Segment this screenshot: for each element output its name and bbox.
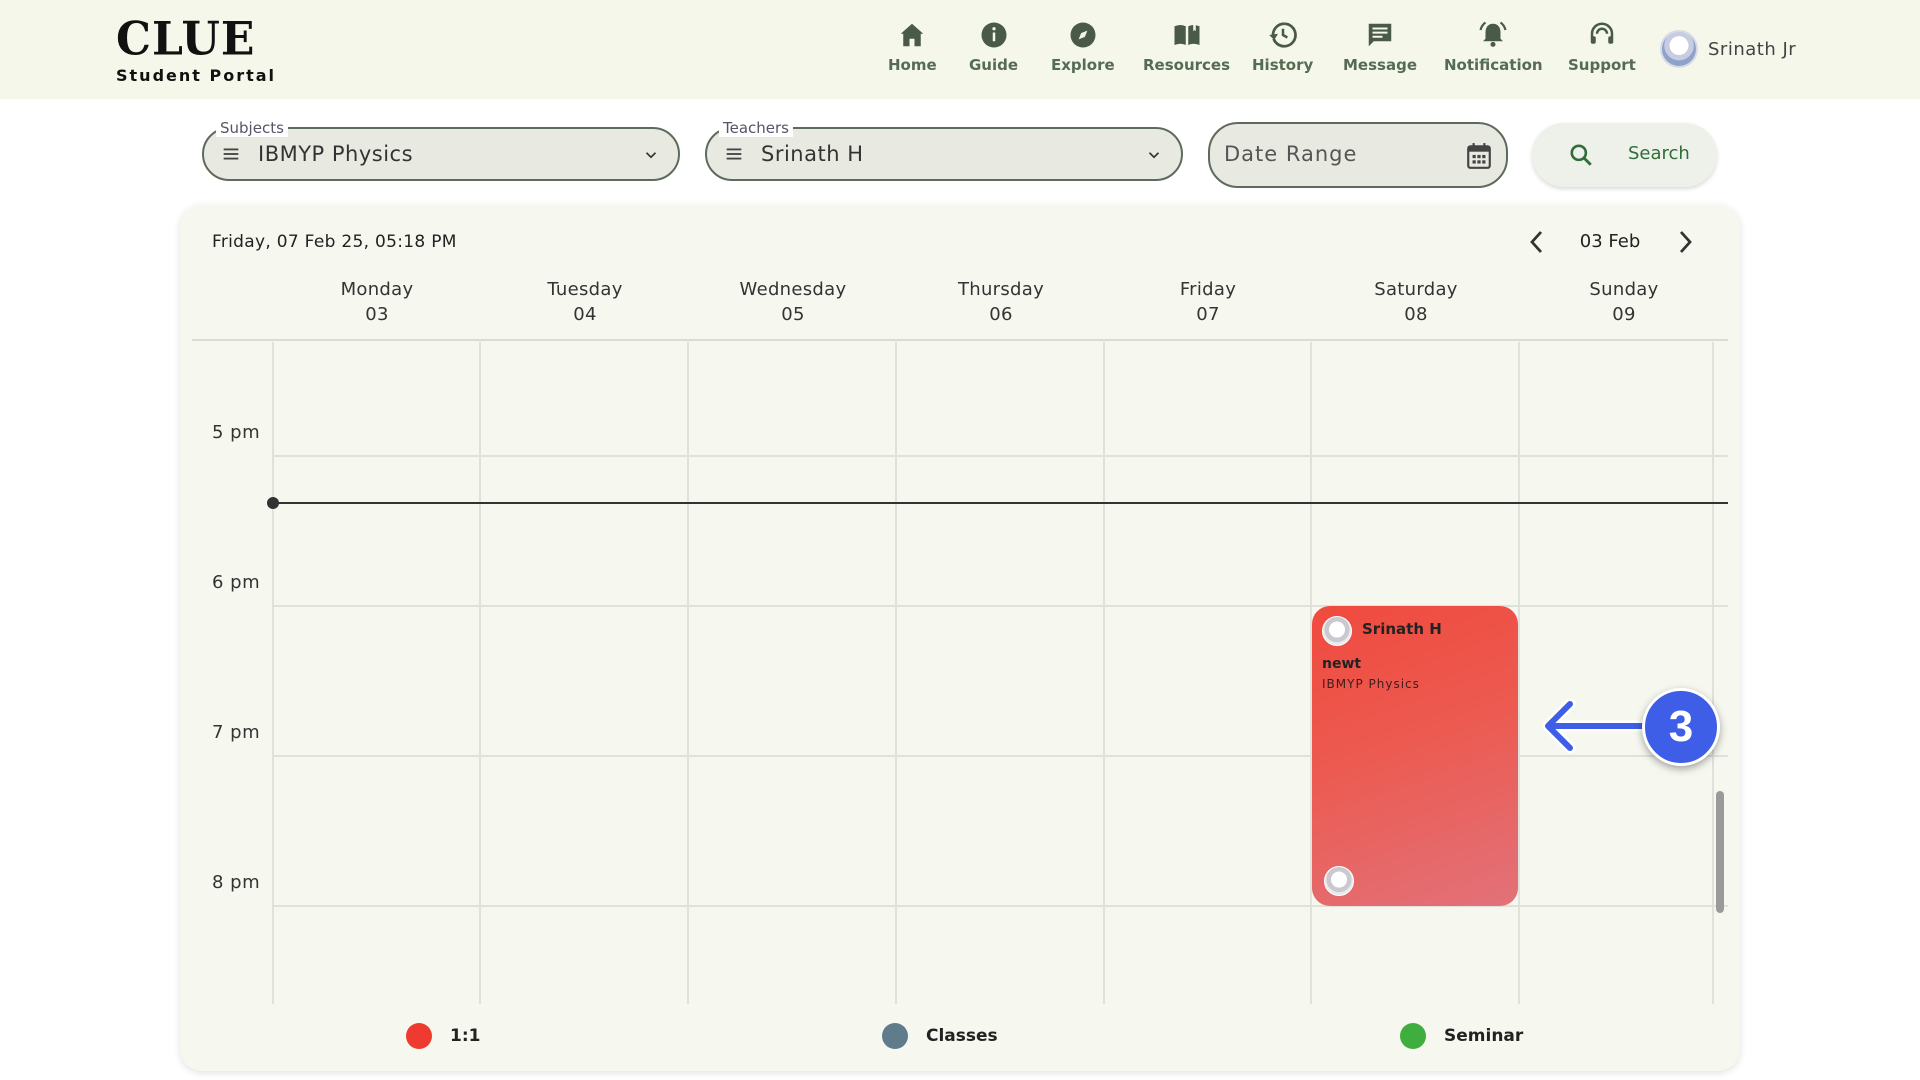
nav-home[interactable]: Home [888,20,937,74]
home-icon [901,23,924,47]
calendar-event[interactable]: Srinath H newt IBMYP Physics [1312,606,1518,906]
legend-label: Seminar [1444,1026,1524,1046]
nav-support[interactable]: Support [1568,20,1636,74]
current-time-indicator [272,502,1728,504]
search-button-label: Search [1628,143,1690,164]
teachers-label: Teachers [719,119,793,137]
day-header-friday: Friday 07 [1179,279,1237,325]
avatar [1660,30,1698,68]
current-time-dot [267,497,279,509]
user-name: Srinath Jr [1708,38,1797,60]
info-icon [981,22,1007,48]
legend-dot [406,1023,432,1049]
day-header-monday: Monday 03 [340,279,414,325]
teachers-select[interactable]: Teachers Srinath H [705,119,1183,181]
nav-notification[interactable]: Notification [1444,20,1543,74]
legend-dot [1400,1023,1426,1049]
grid-row-line [272,905,1728,907]
nav-history[interactable]: History [1252,20,1313,74]
event-teacher: Srinath H [1362,620,1442,638]
teachers-value: Srinath H [761,142,864,166]
nav-resources[interactable]: Resources [1143,20,1230,74]
teacher-avatar [1322,616,1352,646]
compass-icon [1070,22,1096,48]
legend-label: Classes [926,1026,998,1046]
nav-message-label: Message [1343,56,1417,74]
search-button[interactable]: Search [1532,123,1717,187]
nav-support-label: Support [1568,56,1636,74]
participant-avatar [1324,866,1354,896]
day-header-wednesday: Wednesday 05 [739,279,847,325]
chevron-down-icon [1148,152,1160,159]
app-logo[interactable]: CLUE [116,13,255,67]
bell-icon [1479,21,1507,47]
hour-label-6pm: 6 pm [212,572,261,593]
top-navigation-bar: CLUE Student Portal Home Guide Explore R… [0,0,1920,99]
nav-guide[interactable]: Guide [969,20,1018,74]
chevron-right-icon[interactable] [1673,228,1697,256]
book-icon [1174,23,1200,45]
nav-message[interactable]: Message [1343,20,1417,74]
calendar-icon[interactable] [1466,142,1492,170]
legend-item-classes: Classes [882,1023,998,1049]
date-range-input[interactable]: Date Range [1208,122,1508,188]
day-header-saturday: Saturday 08 [1374,279,1458,325]
chevron-left-icon[interactable] [1525,228,1549,256]
event-subject: IBMYP Physics [1322,677,1420,691]
message-icon [1368,23,1392,47]
legend-item-seminar: Seminar [1400,1023,1523,1049]
legend-item-1on1: 1:1 [406,1023,480,1049]
current-datetime: Friday, 07 Feb 25, 05:18 PM [212,232,457,252]
header-divider [192,339,1728,341]
event-title: newt [1322,656,1362,672]
headset-icon [1590,22,1614,44]
grid-row-line [272,605,1728,607]
search-icon [1570,144,1592,166]
nav-resources-label: Resources [1143,56,1231,74]
nav-guide-label: Guide [969,56,1019,74]
day-header-thursday: Thursday 06 [957,279,1045,325]
chevron-down-icon [645,152,657,159]
user-menu[interactable]: Srinath Jr [1660,30,1796,68]
day-header-tuesday: Tuesday 04 [547,279,623,325]
day-header-sunday: Sunday 09 [1589,279,1659,325]
subjects-label: Subjects [216,119,288,137]
nav-explore[interactable]: Explore [1051,20,1115,74]
hour-label-7pm: 7 pm [212,722,261,743]
subjects-value: IBMYP Physics [258,142,414,166]
nav-history-label: History [1252,56,1314,74]
hour-label-5pm: 5 pm [212,422,261,443]
legend-dot [882,1023,908,1049]
scrollbar-thumb[interactable] [1716,791,1724,913]
nav-home-label: Home [888,56,937,74]
arrow-left-icon [1542,698,1646,754]
nav-notification-label: Notification [1444,56,1543,74]
week-label: 03 Feb [1579,231,1641,252]
history-icon [1268,22,1297,48]
date-range-placeholder: Date Range [1224,142,1358,166]
step-number-badge: 3 [1642,688,1720,766]
grid-row-line [272,455,1728,457]
hour-label-8pm: 8 pm [212,872,261,893]
app-subtitle: Student Portal [116,66,277,85]
legend-label: 1:1 [450,1026,481,1046]
subjects-select[interactable]: Subjects IBMYP Physics [202,119,680,181]
nav-explore-label: Explore [1051,56,1115,74]
list-icon [223,148,239,160]
list-icon [726,148,742,160]
